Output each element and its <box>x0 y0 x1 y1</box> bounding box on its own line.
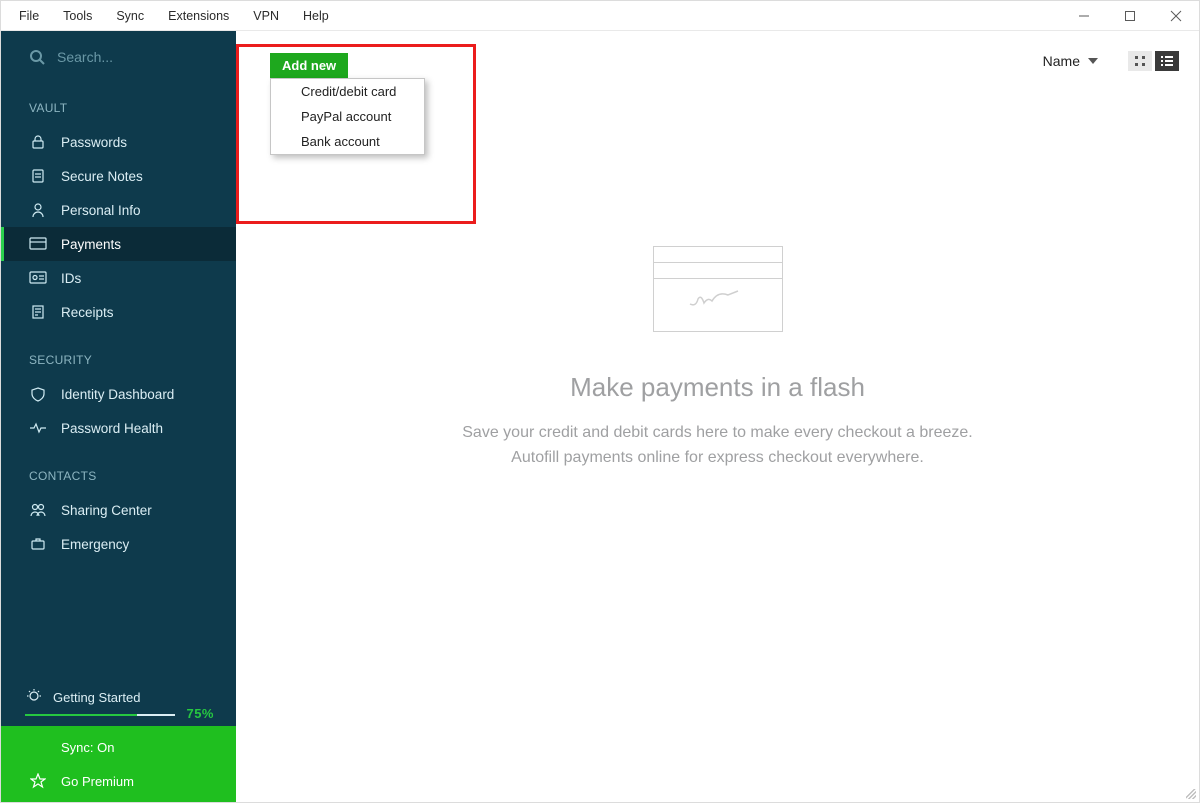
go-premium-label: Go Premium <box>61 774 134 789</box>
people-icon <box>29 501 47 519</box>
sidebar-item-label: Personal Info <box>61 203 141 218</box>
menu-vpn[interactable]: VPN <box>241 3 291 29</box>
search-placeholder: Search... <box>57 49 113 65</box>
minimize-icon <box>1078 10 1090 22</box>
search-icon <box>29 49 45 65</box>
section-header-contacts: CONTACTS <box>1 445 236 493</box>
menu-sync[interactable]: Sync <box>104 3 156 29</box>
signature-icon <box>688 289 748 309</box>
sidebar-item-label: Identity Dashboard <box>61 387 174 402</box>
shield-icon <box>29 385 47 403</box>
sidebar-item-label: Emergency <box>61 537 129 552</box>
section-header-vault: VAULT <box>1 77 236 125</box>
id-icon <box>29 269 47 287</box>
sort-label: Name <box>1043 53 1080 69</box>
caret-down-icon <box>1088 58 1098 64</box>
progress-bar: 75% <box>25 714 212 716</box>
sidebar-item-label: Password Health <box>61 421 163 436</box>
sidebar-item-label: Sharing Center <box>61 503 152 518</box>
empty-state: Make payments in a flash Save your credi… <box>236 246 1199 471</box>
sidebar-item-identity-dashboard[interactable]: Identity Dashboard <box>1 377 236 411</box>
menu-help[interactable]: Help <box>291 3 341 29</box>
window-close-button[interactable] <box>1153 1 1199 31</box>
sidebar-item-label: Receipts <box>61 305 114 320</box>
sidebar-item-label: Secure Notes <box>61 169 143 184</box>
getting-started[interactable]: Getting Started 75% <box>1 688 236 726</box>
getting-started-label: Getting Started <box>53 690 140 705</box>
list-view-button[interactable] <box>1155 51 1179 71</box>
sidebar-item-passwords[interactable]: Passwords <box>1 125 236 159</box>
sidebar-item-sharing-center[interactable]: Sharing Center <box>1 493 236 527</box>
receipt-icon <box>29 303 47 321</box>
window-minimize-button[interactable] <box>1061 1 1107 31</box>
sidebar-item-label: IDs <box>61 271 81 286</box>
sidebar-item-payments[interactable]: Payments <box>1 227 236 261</box>
sidebar-item-label: Payments <box>61 237 121 252</box>
window-maximize-button[interactable] <box>1107 1 1153 31</box>
card-icon <box>29 235 47 253</box>
content-area: Name Add new Credit/debit card PayPal ac… <box>236 31 1199 802</box>
star-icon <box>29 772 47 790</box>
note-icon <box>29 167 47 185</box>
progress-percent: 75% <box>186 706 214 721</box>
add-new-menu: Credit/debit card PayPal account Bank ac… <box>270 78 425 155</box>
sidebar-item-ids[interactable]: IDs <box>1 261 236 295</box>
add-new-button[interactable]: Add new <box>270 53 348 78</box>
empty-body: Save your credit and debit cards here to… <box>438 421 998 471</box>
sync-status[interactable]: Sync: On <box>1 726 236 764</box>
search-input[interactable]: Search... <box>1 31 236 77</box>
empty-card-illustration <box>653 246 783 332</box>
sidebar-item-secure-notes[interactable]: Secure Notes <box>1 159 236 193</box>
sidebar-item-label: Passwords <box>61 135 127 150</box>
person-icon <box>29 201 47 219</box>
sidebar-item-password-health[interactable]: Password Health <box>1 411 236 445</box>
menu-extensions[interactable]: Extensions <box>156 3 241 29</box>
sort-dropdown[interactable]: Name <box>1043 53 1098 69</box>
resize-grip[interactable] <box>1186 789 1196 799</box>
sidebar-item-personal-info[interactable]: Personal Info <box>1 193 236 227</box>
menu-tools[interactable]: Tools <box>51 3 104 29</box>
menubar: File Tools Sync Extensions VPN Help <box>1 1 1199 31</box>
view-switch <box>1128 51 1179 71</box>
add-credit-debit-card[interactable]: Credit/debit card <box>271 79 424 104</box>
add-bank-account[interactable]: Bank account <box>271 129 424 154</box>
add-paypal-account[interactable]: PayPal account <box>271 104 424 129</box>
pulse-icon <box>29 419 47 437</box>
lightbulb-icon <box>25 688 43 706</box>
go-premium[interactable]: Go Premium <box>1 764 236 802</box>
menu-file[interactable]: File <box>7 3 51 29</box>
sidebar: Search... VAULT Passwords Secure Notes P… <box>1 31 236 802</box>
close-icon <box>1170 10 1182 22</box>
section-header-security: SECURITY <box>1 329 236 377</box>
sidebar-item-receipts[interactable]: Receipts <box>1 295 236 329</box>
sidebar-footer: Sync: On Go Premium <box>1 726 236 802</box>
lock-icon <box>29 133 47 151</box>
window-controls <box>1061 1 1199 31</box>
grid-view-button[interactable] <box>1128 51 1152 71</box>
empty-title: Make payments in a flash <box>570 372 865 403</box>
grid-icon <box>1134 55 1146 67</box>
list-icon <box>1160 55 1174 67</box>
sync-status-label: Sync: On <box>61 740 114 755</box>
sidebar-item-emergency[interactable]: Emergency <box>1 527 236 561</box>
maximize-icon <box>1124 10 1136 22</box>
briefcase-icon <box>29 535 47 553</box>
